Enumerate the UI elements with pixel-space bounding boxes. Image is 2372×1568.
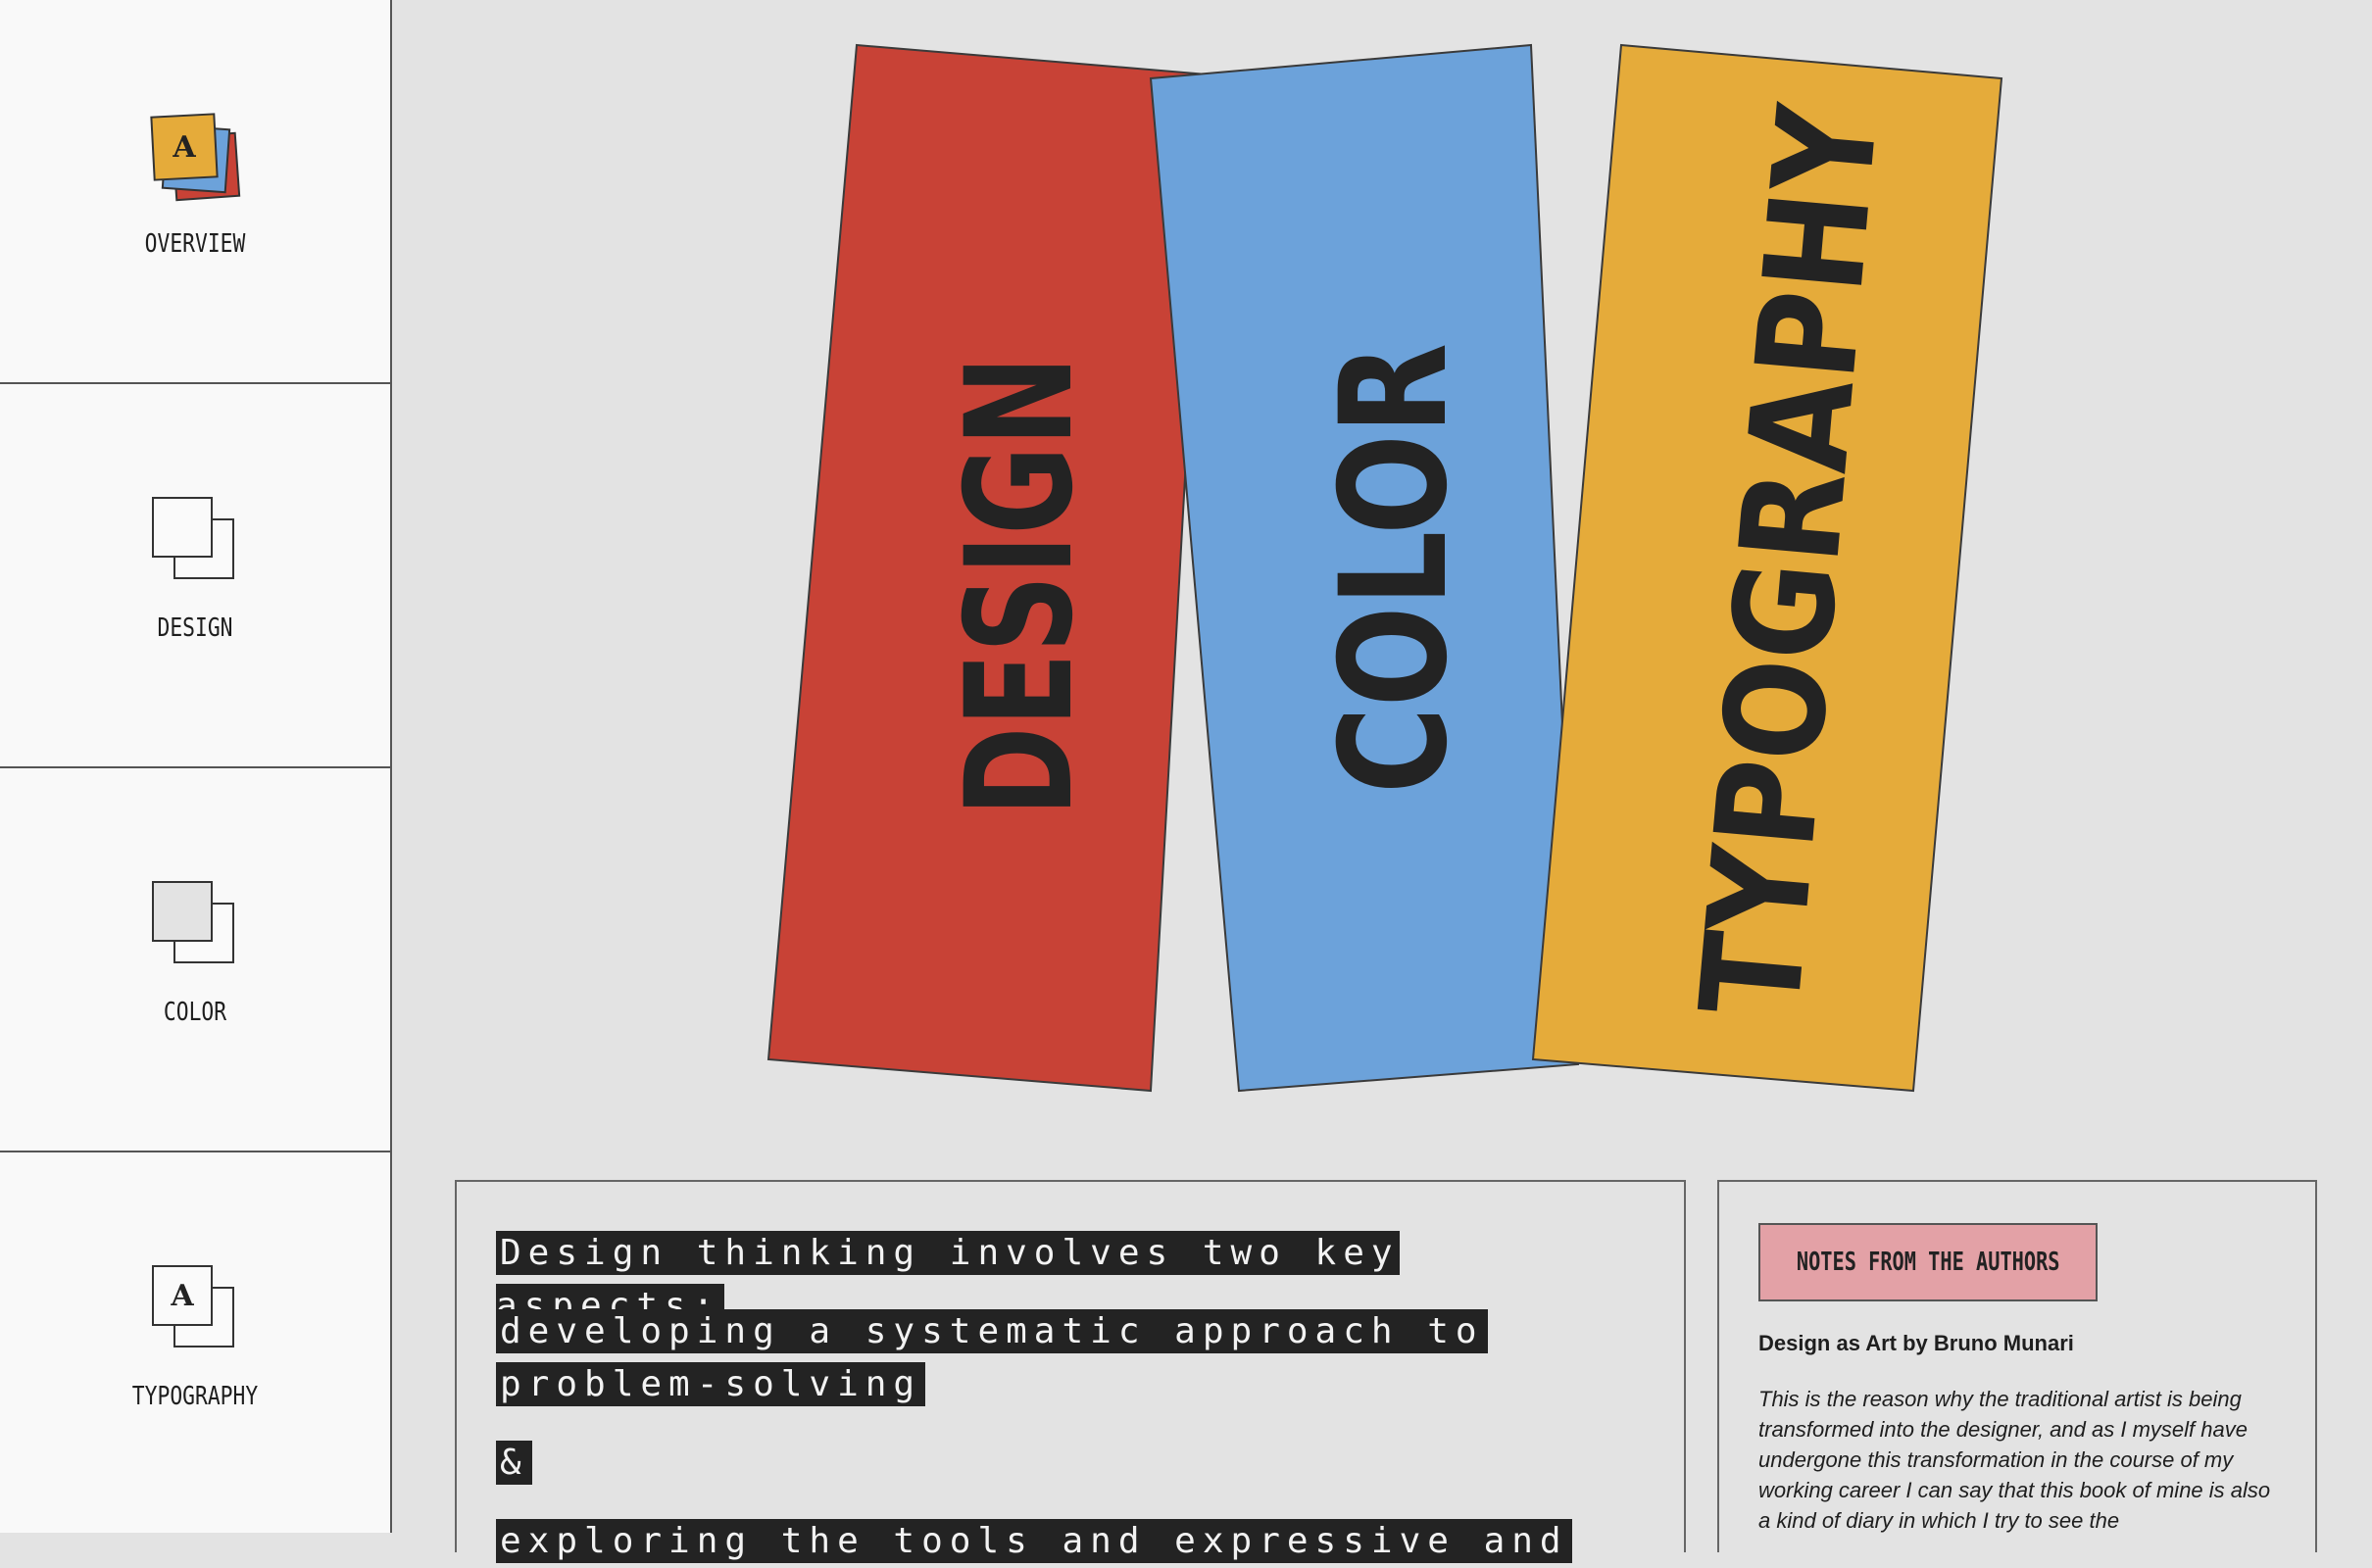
notes-quote: This is the reason why the traditional a… xyxy=(1758,1387,2271,1533)
book-title: Design as Art by Bruno Munari xyxy=(1758,1331,2074,1355)
color-squares-icon xyxy=(152,881,234,963)
intro-panel: Design thinking involves two key aspects… xyxy=(455,1180,1686,1563)
intro-ampersand: & xyxy=(496,1441,532,1485)
svg-text:A: A xyxy=(172,130,196,165)
sidebar-item-color[interactable]: COLOR xyxy=(0,768,390,1152)
card-color[interactable]: COLOR xyxy=(1149,43,1580,1093)
intro-line-3: problem-solving xyxy=(496,1362,926,1406)
card-typography[interactable]: TYPOGRAPHY xyxy=(1531,43,2003,1093)
sidebar-item-label: COLOR xyxy=(163,998,227,1027)
sidebar-item-typography[interactable]: A TYPOGRAPHY xyxy=(0,1152,390,1544)
intro-line: developing a systematic approach to xyxy=(496,1305,1653,1358)
sidebar-item-label: DESIGN xyxy=(157,613,233,643)
sidebar-item-label: TYPOGRAPHY xyxy=(131,1382,259,1411)
typography-squares-icon: A xyxy=(152,1265,234,1348)
hero-cards: DESIGN COLOR TYPOGRAPHY xyxy=(766,43,2003,1093)
intro-line-2: developing a systematic approach to xyxy=(496,1309,1488,1353)
intro-line: exploring the tools and expressive and xyxy=(496,1515,1653,1568)
sidebar: A OVERVIEW DESIGN COLOR A TYPOGRAPHY xyxy=(0,0,392,1533)
design-squares-icon xyxy=(152,497,234,579)
intro-line-4: exploring the tools and expressive and xyxy=(496,1519,1572,1563)
overview-stack-icon: A xyxy=(150,113,241,202)
card-design[interactable]: DESIGN xyxy=(766,43,1210,1093)
sidebar-item-overview[interactable]: A OVERVIEW xyxy=(0,0,390,384)
svg-text:A: A xyxy=(170,1279,194,1313)
intro-line: problem-solving xyxy=(496,1358,1653,1411)
intro-line: & xyxy=(496,1437,1653,1490)
notes-badge: NOTES FROM THE AUTHORS xyxy=(1758,1223,2098,1301)
sidebar-item-label: OVERVIEW xyxy=(144,229,246,259)
card-color-word: COLOR xyxy=(1310,343,1480,794)
sidebar-item-design[interactable]: DESIGN xyxy=(0,384,390,768)
card-design-word: DESIGN xyxy=(935,356,1106,816)
notes-panel: NOTES FROM THE AUTHORS Design as Art by … xyxy=(1717,1180,2317,1552)
